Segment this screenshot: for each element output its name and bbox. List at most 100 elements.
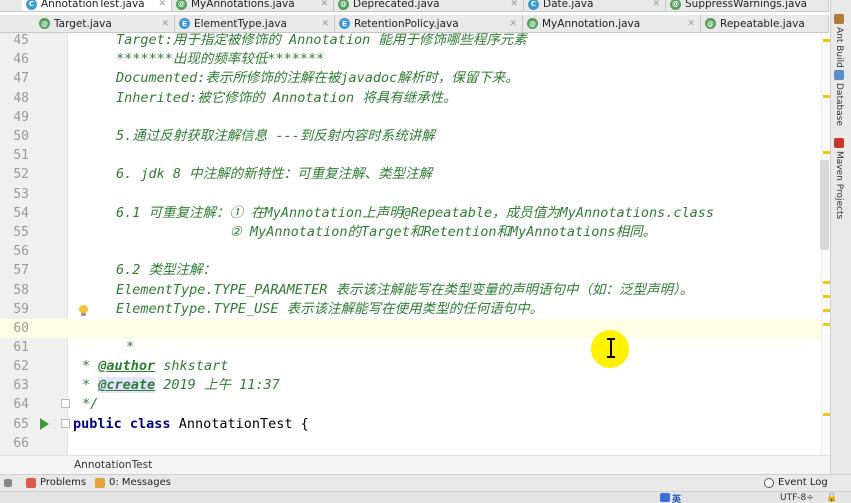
code-line[interactable]: 45 Target:用于指定被修饰的 Annotation 能用于修饰哪些程序元素 (0, 33, 821, 50)
vertical-scrollbar[interactable] (820, 160, 829, 250)
maven-projects-tab[interactable]: Maven Projects (834, 138, 844, 219)
run-icon[interactable] (40, 418, 49, 430)
code-line[interactable]: 52 6. jdk 8 中注解的新特性：可重复注解、类型注解 (0, 165, 821, 184)
code-line[interactable]: 47 Documented:表示所修饰的注解在被javadoc解析时，保留下来。 (0, 69, 821, 88)
tab-myannotations[interactable]: @ MyAnnotations.java ✕ (172, 0, 334, 11)
comment-text: 6. jdk 8 中注解的新特性：可重复注解、类型注解 (116, 166, 433, 183)
problems-tab[interactable]: Problems (26, 475, 86, 491)
javadoc-tag: @create (98, 377, 156, 394)
warning-marker[interactable] (823, 309, 830, 312)
lightbulb-icon[interactable] (79, 305, 88, 316)
code-line[interactable]: 57 6.2 类型注解： (0, 261, 821, 280)
code-line[interactable]: 66 (0, 434, 821, 453)
tab-myannotation[interactable]: @ MyAnnotation.java ✕ (523, 15, 701, 32)
tab-retentionpolicy[interactable]: E RetentionPolicy.java ✕ (335, 15, 523, 32)
close-icon[interactable]: ✕ (158, 0, 166, 9)
tab-annotationtest[interactable]: C AnnotationTest.java ✕ (22, 0, 172, 11)
file-encoding[interactable]: UTF-8÷ (780, 492, 814, 503)
tab-elementtype[interactable]: E ElementType.java ✕ (175, 15, 335, 32)
code-editor[interactable]: 45 Target:用于指定被修饰的 Annotation 能用于修饰哪些程序元素… (0, 33, 821, 455)
annotation-file-icon: @ (670, 0, 681, 10)
line-number: 46 (13, 52, 29, 68)
line-number: 45 (13, 33, 29, 48)
comment-text: Target:用于指定被修饰的 Annotation 能用于修饰哪些程序元素 (116, 33, 527, 48)
code-line[interactable]: 55 ② MyAnnotation的Target和Retention和MyAnn… (0, 223, 821, 242)
code-line[interactable]: 49 (0, 108, 821, 127)
status-bar: 英 UTF-8÷ 🔒 (0, 491, 851, 503)
fold-icon[interactable] (61, 419, 70, 428)
warning-marker[interactable] (823, 151, 830, 154)
code-line[interactable]: 54 6.1 可重复注解：① 在MyAnnotation上声明@Repeatabl… (0, 204, 821, 223)
tab-repeatable[interactable]: @ Repeatable.java (701, 15, 829, 32)
annotation-file-icon: @ (39, 18, 50, 29)
close-icon[interactable]: ✕ (652, 0, 660, 9)
close-icon[interactable]: ✕ (509, 19, 517, 29)
line-number: 55 (13, 225, 29, 240)
class-file-icon: C (528, 0, 539, 10)
tab-date[interactable]: C Date.java ✕ (524, 0, 666, 11)
annotation-file-icon: @ (527, 18, 538, 29)
lock-icon[interactable]: 🔒 (826, 492, 837, 503)
close-icon[interactable]: ✕ (320, 0, 328, 9)
warning-marker[interactable] (823, 295, 830, 298)
comment-text: Inherited:被它修饰的 Annotation 将具有继承性。 (116, 89, 457, 106)
line-number: 50 (13, 129, 29, 144)
close-icon[interactable]: ✕ (687, 19, 695, 29)
line-number: 53 (13, 186, 29, 202)
line-number: 60 (13, 321, 29, 336)
comment-text: ElementType.TYPE_USE 表示该注解能写在使用类型的任何语句中。 (116, 300, 544, 317)
close-icon[interactable]: ✕ (510, 0, 518, 9)
code-line[interactable]: 51 (0, 146, 821, 165)
tool-window-bar: Problems 0: Messages Event Log (0, 474, 851, 491)
line-number: 52 (13, 167, 29, 183)
line-number: 56 (13, 244, 29, 260)
line-number: 47 (13, 71, 29, 87)
ime-logo-icon (660, 493, 670, 502)
ant-icon (834, 14, 844, 24)
comment-text: 6.2 类型注解： (116, 262, 217, 279)
code-line[interactable]: 53 (0, 185, 821, 204)
database-tab[interactable]: Database (834, 70, 844, 126)
annotation-file-icon: @ (705, 18, 716, 29)
warning-marker[interactable] (823, 281, 830, 284)
close-icon[interactable]: ✕ (161, 19, 169, 29)
messages-icon (95, 478, 105, 488)
database-icon (834, 70, 844, 80)
warning-marker[interactable] (823, 39, 830, 42)
ime-toolbar[interactable]: 英 (660, 492, 770, 503)
sidebar-toggle-icon[interactable] (4, 475, 16, 491)
line-number: 51 (13, 148, 29, 164)
javadoc-tag: @author (98, 358, 156, 374)
code-line[interactable]: 64 */ (0, 395, 821, 414)
class-file-icon: C (26, 0, 37, 10)
code-line[interactable]: 48 Inherited:被它修饰的 Annotation 将具有继承性。 (0, 89, 821, 108)
breadcrumb[interactable]: AnnotationTest (0, 455, 830, 474)
warning-marker[interactable] (823, 95, 830, 98)
code-line[interactable]: 60 (0, 319, 821, 339)
code-line[interactable]: 63 * @create 2019 上午 11:37 (0, 376, 821, 395)
code-line[interactable]: 56 (0, 242, 821, 261)
code-line[interactable]: 58 ElementType.TYPE_PARAMETER 表示该注解能写在类型变… (0, 281, 821, 300)
text-cursor-icon (606, 338, 615, 358)
annotation-file-icon: @ (176, 0, 187, 10)
tab-target[interactable]: @ Target.java ✕ (35, 15, 175, 32)
code-line[interactable]: 50 5.通过反射获取注解信息 ---到反射内容时系统讲解 (0, 127, 821, 146)
tab-suppresswarnings[interactable]: @ SuppressWarnings.java (666, 0, 829, 11)
line-number: 49 (13, 109, 29, 125)
code-line[interactable]: 46 *******出现的频率较低******* (0, 50, 821, 69)
code-line[interactable]: 62 * @author shkstart (0, 357, 821, 376)
code-line[interactable]: 65 public class AnnotationTest { (0, 415, 821, 434)
annotation-file-icon: @ (338, 0, 349, 10)
code-line[interactable]: 61 * (0, 338, 821, 357)
messages-tab[interactable]: 0: Messages (95, 475, 171, 491)
event-log-tab[interactable]: Event Log (764, 475, 828, 491)
close-icon[interactable]: ✕ (321, 19, 329, 29)
code-line[interactable]: 59 ElementType.TYPE_USE 表示该注解能写在使用类型的任何语句… (0, 300, 821, 319)
comment-text: * (126, 339, 135, 356)
warning-marker[interactable] (823, 413, 830, 416)
line-number: 54 (13, 205, 29, 221)
warning-marker[interactable] (823, 323, 830, 326)
fold-icon[interactable] (61, 399, 70, 408)
tab-deprecated[interactable]: @ Deprecated.java ✕ (334, 0, 524, 11)
ant-build-tab[interactable]: Ant Build (834, 14, 844, 68)
